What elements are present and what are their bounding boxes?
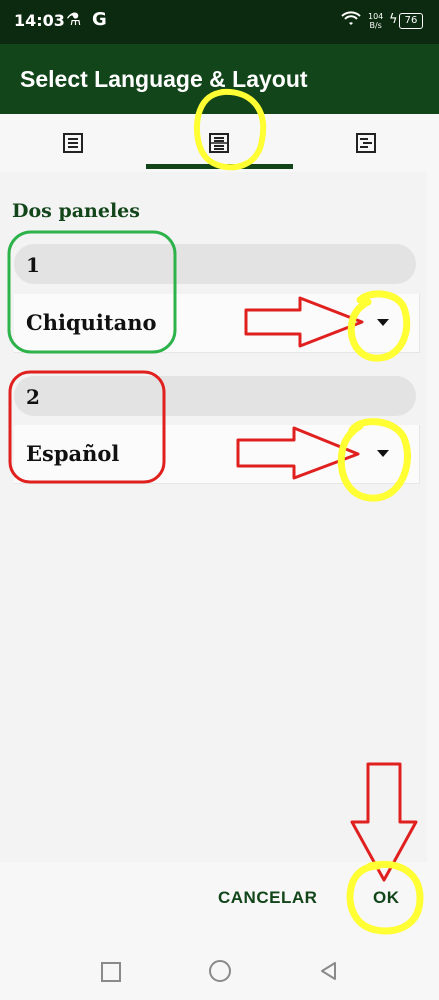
tab-interlinear[interactable] xyxy=(293,114,439,172)
single-pane-layout-icon xyxy=(63,133,83,153)
wifi-icon xyxy=(341,11,361,25)
dialog-header: Select Language & Layout xyxy=(0,44,439,114)
net-speed: 104 B/s xyxy=(368,12,384,30)
pane-2-language: Español xyxy=(26,441,120,466)
dropdown-arrow-icon[interactable] xyxy=(377,450,389,457)
dropdown-arrow-icon[interactable] xyxy=(377,319,389,326)
recents-icon[interactable] xyxy=(101,962,121,982)
pane-1-language-select[interactable]: Chiquitano xyxy=(14,294,420,353)
layout-name: Dos paneles xyxy=(12,200,140,222)
two-pane-layout-icon xyxy=(209,133,229,153)
dialog-title: Select Language & Layout xyxy=(20,66,308,92)
pane-1-number: 1 xyxy=(26,253,40,277)
cancel-button[interactable]: CANCELAR xyxy=(218,888,317,908)
selected-tab-indicator xyxy=(146,164,293,169)
status-time: 14:03 xyxy=(14,11,65,30)
status-bar: 14:03 ⚗ G 104 B/s ϟ 76 xyxy=(0,0,439,44)
pane-2-number: 2 xyxy=(26,385,40,409)
tab-single-pane[interactable] xyxy=(0,114,146,172)
flask-icon: ⚗ xyxy=(66,10,82,30)
pane-2-language-select[interactable]: Español xyxy=(14,425,420,484)
battery-icon: 76 xyxy=(399,13,423,29)
charging-icon: ϟ xyxy=(389,12,398,27)
google-icon: G xyxy=(92,9,107,30)
pane-2-header xyxy=(14,376,416,416)
home-icon[interactable] xyxy=(209,960,231,982)
ok-button[interactable]: OK xyxy=(373,888,400,908)
interlinear-layout-icon xyxy=(356,133,376,153)
pane-1-language: Chiquitano xyxy=(26,310,157,335)
pane-1-header xyxy=(14,244,416,284)
back-icon[interactable] xyxy=(319,961,339,981)
